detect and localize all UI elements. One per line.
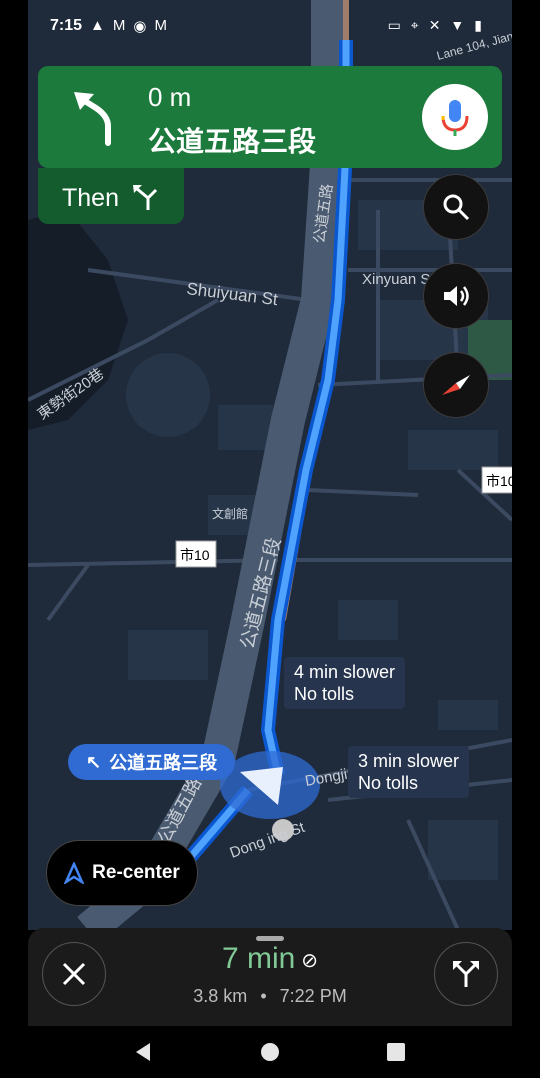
current-street-pill: ↖ 公道五路三段 — [68, 744, 236, 780]
alt-route-bubble-2[interactable]: 3 min slower No tolls — [348, 746, 470, 798]
then-label: Then — [62, 184, 119, 212]
current-street-name: 公道五路三段 — [109, 753, 218, 773]
cast-icon: ▭ — [387, 17, 401, 33]
recents-icon[interactable] — [384, 1040, 408, 1064]
gmail-icon: M — [112, 17, 126, 34]
search-button[interactable] — [423, 174, 489, 240]
location-icon: ⌖ — [410, 17, 419, 33]
map-label-wenchuang: 文創館 — [212, 506, 248, 521]
svg-text:市10: 市10 — [180, 547, 210, 563]
recenter-button[interactable]: Re-center — [46, 840, 198, 906]
compass-button[interactable] — [423, 352, 489, 418]
search-icon — [443, 194, 470, 221]
status-time: 7:15 — [50, 17, 83, 34]
status-bar: 7:15 ▲ M ◉ M ▭ ⌖ ✕ ▼ ▮ — [28, 0, 512, 52]
status-left-icons: ▲ M ◉ M — [90, 17, 167, 35]
wifi-icon: ▼ — [450, 17, 465, 33]
alt-route-1-time: 4 min slower — [294, 662, 396, 682]
alt-route-2-tolls: No tolls — [358, 773, 419, 793]
navigation-arrow-icon — [64, 862, 85, 884]
alt-route-1-tolls: No tolls — [294, 684, 355, 704]
compass-icon — [442, 375, 470, 395]
eco-leaf-icon: ⊘ — [301, 949, 319, 972]
alt-route-bubble-1[interactable]: 4 min slower No tolls — [284, 657, 406, 709]
drag-handle[interactable] — [256, 936, 284, 941]
system-nav-bar — [28, 1026, 512, 1078]
turn-distance: 0 m — [148, 82, 192, 112]
route-shield-shi10-b: 市10 — [481, 466, 512, 494]
alt-route-2-time: 3 min slower — [358, 751, 460, 771]
home-icon[interactable] — [258, 1040, 282, 1064]
trip-summary-panel[interactable]: 7 min ⊘ 3.8 km • 7:22 PM — [28, 928, 512, 1026]
voice-search-button[interactable] — [422, 84, 488, 150]
svg-text:市10: 市10 — [486, 473, 512, 489]
slight-left-icon: ↖ — [86, 751, 102, 772]
turn-guidance-card[interactable]: 0 m 公道五路三段 — [38, 66, 502, 168]
trip-distance: 3.8 km — [193, 986, 248, 1006]
route-shield-shi10-a: 市10 — [175, 540, 217, 568]
back-icon[interactable] — [132, 1040, 156, 1064]
eta-time: 7 min — [221, 942, 296, 975]
chrome-icon: ◉ — [133, 18, 147, 35]
trip-separator: • — [260, 986, 267, 1006]
turn-left-icon — [74, 92, 111, 146]
mute-icon: ✕ — [428, 17, 441, 33]
battery-icon: ▮ — [474, 17, 482, 33]
recenter-label: Re-center — [92, 862, 180, 883]
mic-icon — [441, 100, 469, 136]
gmail-icon: M — [154, 17, 167, 34]
navigation-icon: ▲ — [90, 17, 105, 34]
alternate-routes-button[interactable] — [434, 942, 498, 1006]
status-right-icons: ▭ ⌖ ✕ ▼ ▮ — [388, 17, 482, 34]
sound-button[interactable] — [423, 263, 489, 329]
next-turn-card[interactable]: Then — [38, 168, 184, 224]
arrival-time: 7:22 PM — [279, 986, 347, 1006]
map-label-xinyuan: Xinyuan S — [362, 271, 430, 288]
alt-routes-icon — [453, 961, 479, 987]
navigation-screen: Shuiyuan St Xinyuan S 東勢街20巷 文創館 公道五路 公道… — [28, 0, 512, 1078]
volume-icon — [444, 286, 469, 306]
keep-left-icon — [133, 185, 158, 210]
turn-street-name: 公道五路三段 — [148, 126, 317, 157]
